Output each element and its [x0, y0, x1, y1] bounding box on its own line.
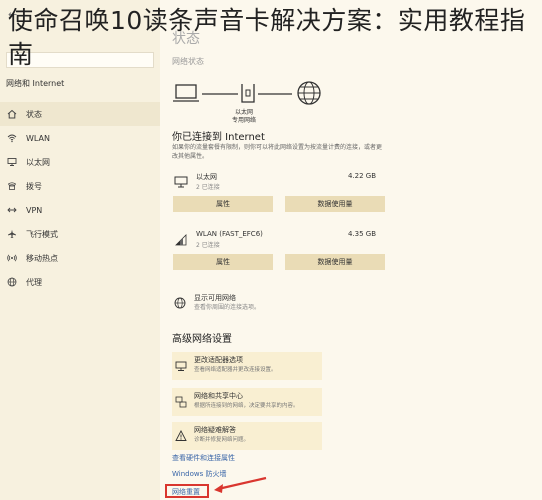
adapter-name: 以太网	[196, 173, 217, 181]
sidebar-item-label: 状态	[26, 109, 42, 119]
advanced-item-title: 更改适配器选项	[194, 356, 243, 364]
adapter-wlan: WLAN (FAST_EFC6) 2 已连接 4.35 GB 属性 数据使用量	[172, 228, 385, 278]
connected-title: 你已连接到 Internet	[172, 132, 265, 143]
dialup-icon	[6, 180, 18, 192]
red-arrow-icon	[214, 476, 267, 493]
sidebar-item-label: 飞行模式	[26, 229, 58, 239]
proxy-globe-icon	[6, 276, 18, 288]
sidebar-item-label: VPN	[26, 205, 43, 215]
advanced-item-desc: 查看网络适配器并更改连接设置。	[194, 367, 277, 373]
sidebar-heading: 网络和 Internet	[6, 79, 65, 88]
properties-button[interactable]: 属性	[173, 196, 273, 212]
available-networks-desc: 查看你周围的连接选项。	[194, 304, 261, 311]
sidebar: ← 网络和 Internet 状态 WLAN 以太网 拨号 VPN 飞行模式 移…	[0, 0, 160, 500]
main-content: 状态 网络状态 以太网 专用网络 你已连接到 Internet 如果你的流量套餐…	[160, 0, 542, 500]
ethernet-adapter-icon	[174, 174, 188, 188]
advanced-settings-title: 高级网络设置	[172, 334, 232, 345]
sidebar-item-label: 移动热点	[26, 253, 58, 263]
advanced-item-desc: 诊断并修复网络问题。	[194, 437, 250, 443]
hardware-properties-link[interactable]: 查看硬件和连接属性	[172, 453, 235, 463]
warning-icon	[175, 427, 187, 441]
globe-network-icon	[174, 294, 186, 309]
sidebar-item-status[interactable]: 状态	[0, 102, 160, 126]
network-troubleshooter[interactable]: 网络疑难解答 诊断并修复网络问题。	[172, 422, 322, 450]
sidebar-item-label: 拨号	[26, 181, 42, 191]
sidebar-item-dialup[interactable]: 拨号	[0, 174, 160, 198]
sidebar-item-proxy[interactable]: 代理	[0, 270, 160, 294]
home-icon	[6, 108, 18, 120]
sidebar-item-airplane[interactable]: 飞行模式	[0, 222, 160, 246]
sharing-center-icon	[175, 393, 187, 408]
adapter-ethernet: 以太网 2 已连接 4.22 GB 属性 数据使用量	[172, 170, 385, 220]
advanced-item-desc: 根据所连接到的网络，决定要共享的内容。	[194, 403, 299, 409]
internet-globe-icon	[297, 81, 321, 105]
data-usage-button[interactable]: 数据使用量	[285, 196, 385, 212]
change-adapter-options[interactable]: 更改适配器选项 查看网络适配器并更改连接设置。	[172, 352, 322, 380]
adapter-name: WLAN (FAST_EFC6)	[196, 230, 263, 238]
ethernet-icon	[6, 156, 18, 168]
adapter-status: 2 已连接	[196, 242, 220, 249]
computer-icon	[173, 84, 199, 102]
sidebar-item-hotspot[interactable]: 移动热点	[0, 246, 160, 270]
adapter-usage: 4.22 GB	[347, 172, 376, 180]
adapter-icon	[175, 357, 187, 371]
network-reset-highlight	[165, 484, 209, 498]
wifi-signal-icon	[174, 232, 188, 246]
wifi-icon	[6, 132, 18, 144]
properties-button[interactable]: 属性	[173, 254, 273, 270]
airplane-icon	[6, 228, 18, 240]
data-usage-button[interactable]: 数据使用量	[285, 254, 385, 270]
sidebar-item-label: 以太网	[26, 157, 50, 167]
advanced-item-title: 网络疑难解答	[194, 426, 236, 434]
network-sharing-center[interactable]: 网络和共享中心 根据所连接到的网络，决定要共享的内容。	[172, 388, 322, 416]
ethernet-port-icon	[241, 84, 255, 103]
sidebar-item-ethernet[interactable]: 以太网	[0, 150, 160, 174]
connected-description: 如果你的流量套餐有限制，则你可以将此网络设置为按流量计费的连接，或者更改其他属性…	[172, 144, 383, 160]
sidebar-item-wlan[interactable]: WLAN	[0, 126, 160, 150]
sidebar-item-vpn[interactable]: VPN	[0, 198, 160, 222]
advanced-item-title: 网络和共享中心	[194, 392, 243, 400]
sidebar-item-label: WLAN	[26, 133, 51, 143]
adapter-status: 2 已连接	[196, 184, 220, 191]
network-status-diagram: 以太网 专用网络	[172, 76, 332, 126]
hotspot-icon	[6, 252, 18, 264]
sidebar-nav: 状态 WLAN 以太网 拨号 VPN 飞行模式 移动热点 代理	[0, 102, 160, 294]
sidebar-item-label: 代理	[26, 277, 42, 287]
article-title-overlay: 使命召唤10读条声音卡解决方案：实用教程指南	[8, 6, 526, 69]
adapter-usage: 4.35 GB	[347, 230, 376, 238]
vpn-icon	[6, 204, 18, 216]
diagram-label-private-network: 专用网络	[232, 117, 257, 124]
show-available-networks[interactable]: 显示可用网络 查看你周围的连接选项。	[172, 292, 322, 314]
settings-window: ← 网络和 Internet 状态 WLAN 以太网 拨号 VPN 飞行模式 移…	[0, 0, 542, 500]
